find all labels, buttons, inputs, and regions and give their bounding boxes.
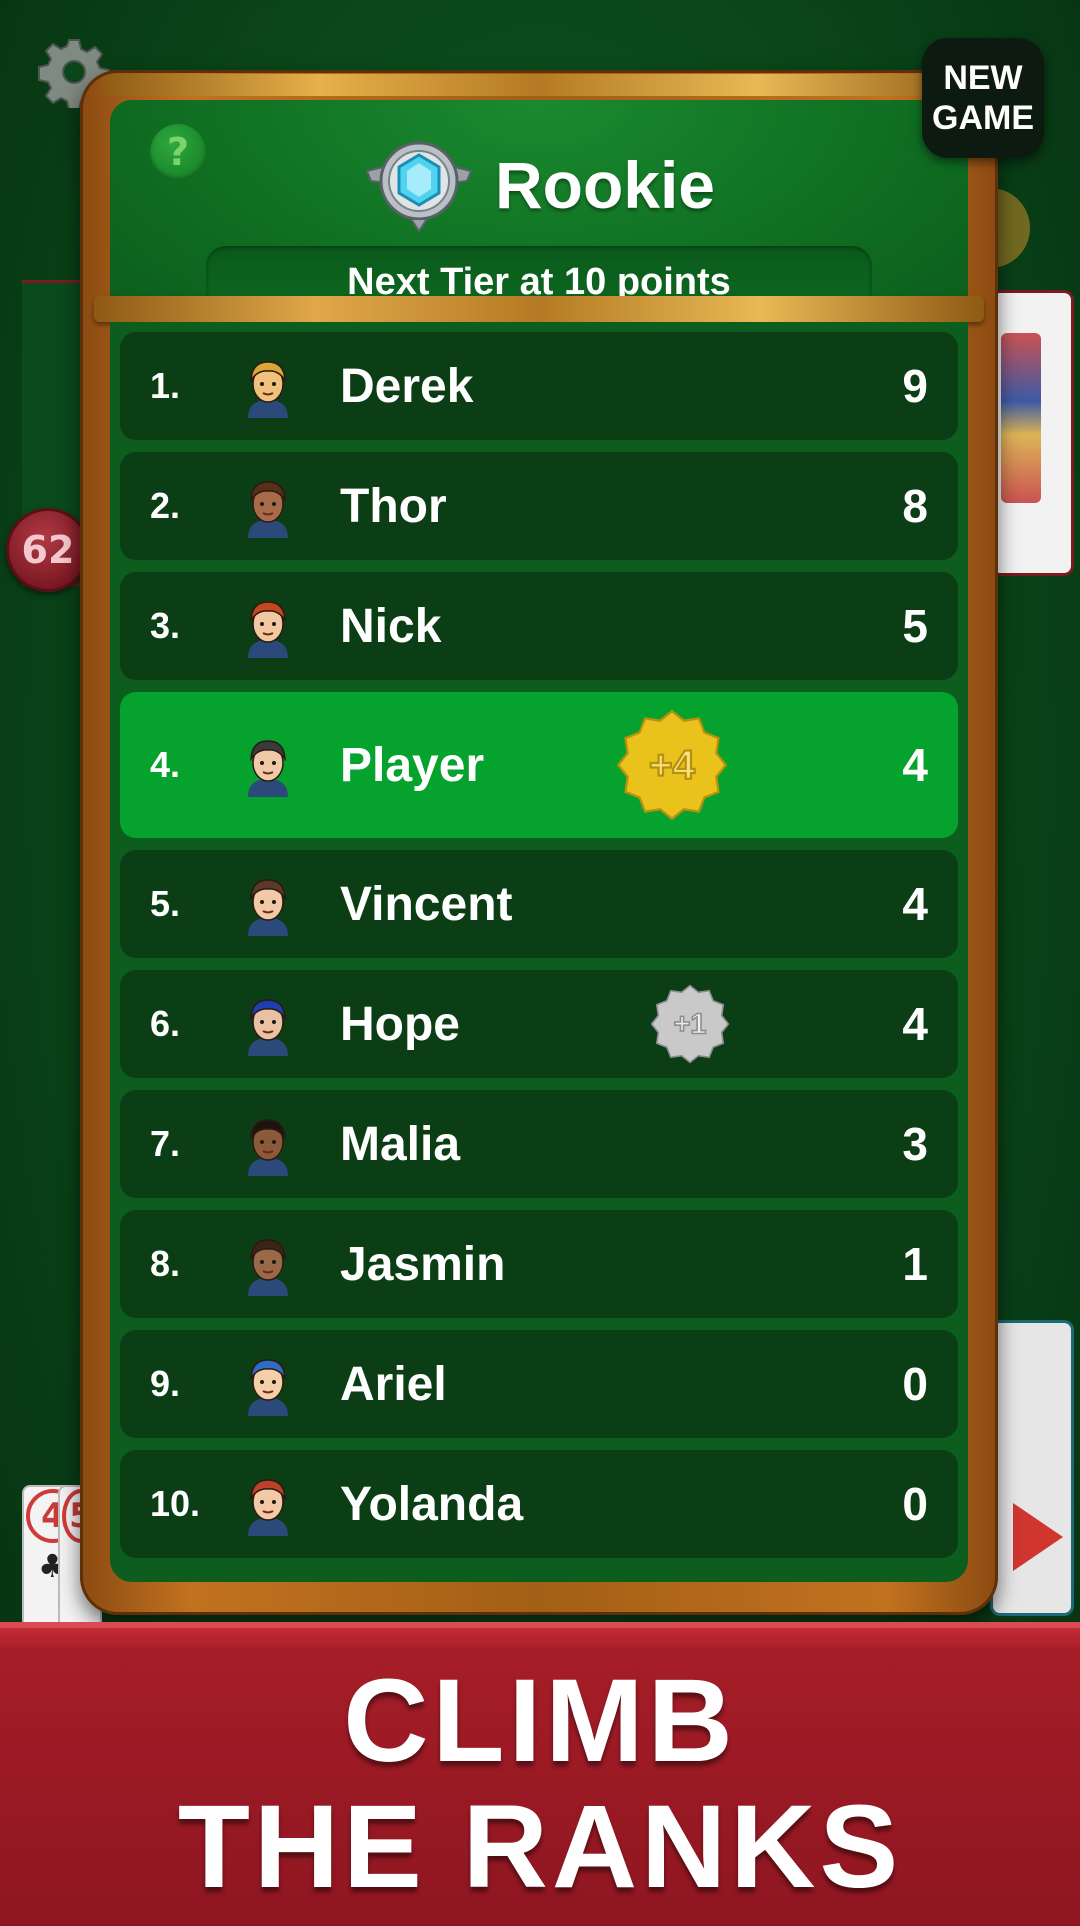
row-player-name: Yolanda [340,1477,524,1531]
row-player-name: Jasmin [340,1237,506,1291]
row-rank: 6. [150,1003,181,1044]
leaderboard-row: 2. Thor 8 [120,452,958,560]
stock-count-badge: 62 [6,508,90,592]
row-rank: 9. [150,1363,181,1404]
panel-divider [94,296,984,322]
panel-rim [100,74,978,96]
leaderboard-row: 5. Vincent 4 [120,850,958,958]
banner-line-1: CLIMB [343,1655,737,1787]
new-game-label-line1: NEW [943,59,1023,97]
row-player-name: Thor [340,479,447,533]
row-player-name: Player [340,738,485,792]
new-game-label-line2: GAME [932,99,1034,137]
leaderboard-row: 1. Derek 9 [120,332,958,440]
nick-avatar-icon [248,601,288,658]
malia-avatar-icon [248,1119,288,1176]
row-score: 0 [902,1358,928,1410]
row-rank: 8. [150,1243,181,1284]
derek-avatar-icon [248,361,288,418]
row-rank: 7. [150,1123,181,1164]
background-card-face [990,290,1074,576]
arrow-icon [1013,1503,1063,1571]
ariel-avatar-icon [248,1359,288,1416]
row-score: 9 [902,360,928,412]
row-score: 4 [902,739,928,791]
leaderboard-list: 1. Derek 9 2. Thor 8 3. Nick 5 4. Player +4 4 5. Vince… [110,322,968,1582]
hope-avatar-icon [248,999,288,1056]
row-score: 0 [902,1478,928,1530]
row-rank: 1. [150,365,181,406]
leaderboard-row: 7. Malia 3 [120,1090,958,1198]
banner-headline: CLIMB THE RANKS [0,1658,1080,1910]
row-player-name: Hope [340,997,460,1051]
background-card-deck [990,1320,1074,1616]
bonus-points-text: +4 [649,741,696,787]
leaderboard-panel: ? Rookie Next Tier at 10 points 1. Derek 9… [80,70,998,1615]
card-face-art [1001,333,1041,503]
row-rank: 4. [150,744,181,785]
bonus-points-text: +1 [674,1009,707,1041]
row-score: 5 [902,600,928,652]
row-player-name: Derek [340,359,474,413]
thor-avatar-icon [248,481,288,538]
row-player-name: Vincent [340,877,513,931]
player-avatar-icon [248,740,288,797]
leaderboard-row: 8. Jasmin 1 [120,1210,958,1318]
row-score: 4 [902,878,928,930]
row-score: 3 [902,1118,928,1170]
leaderboard-row: 3. Nick 5 [120,572,958,680]
row-rank: 3. [150,605,181,646]
leaderboard-row: 6. Hope +1 4 [120,970,958,1078]
row-player-name: Ariel [340,1357,447,1411]
promo-banner: CLIMB THE RANKS [0,1622,1080,1926]
row-player-name: Malia [340,1117,461,1171]
tier-gem-badge-icon [365,141,473,233]
row-score: 4 [902,998,928,1050]
jasmin-avatar-icon [248,1239,288,1296]
silver-bonus-badge: +1 [650,984,730,1064]
row-rank: 2. [150,485,181,526]
row-rank: 5. [150,883,181,924]
tier-name: Rookie [494,148,716,222]
vincent-avatar-icon [248,879,288,936]
new-game-button[interactable]: NEW GAME [922,38,1044,158]
leaderboard-row-current-player: 4. Player +4 4 [120,692,958,838]
gold-bonus-badge: +4 [616,709,728,821]
leaderboard-row: 10. Yolanda 0 [120,1450,958,1558]
row-rank: 10. [150,1483,201,1524]
row-score: 8 [902,480,928,532]
yolanda-avatar-icon [248,1479,288,1536]
banner-line-2: THE RANKS [177,1781,903,1913]
row-score: 1 [902,1238,928,1290]
row-player-name: Nick [340,599,442,653]
leaderboard-row: 9. Ariel 0 [120,1330,958,1438]
tier-title-row: Rookie [110,130,968,240]
